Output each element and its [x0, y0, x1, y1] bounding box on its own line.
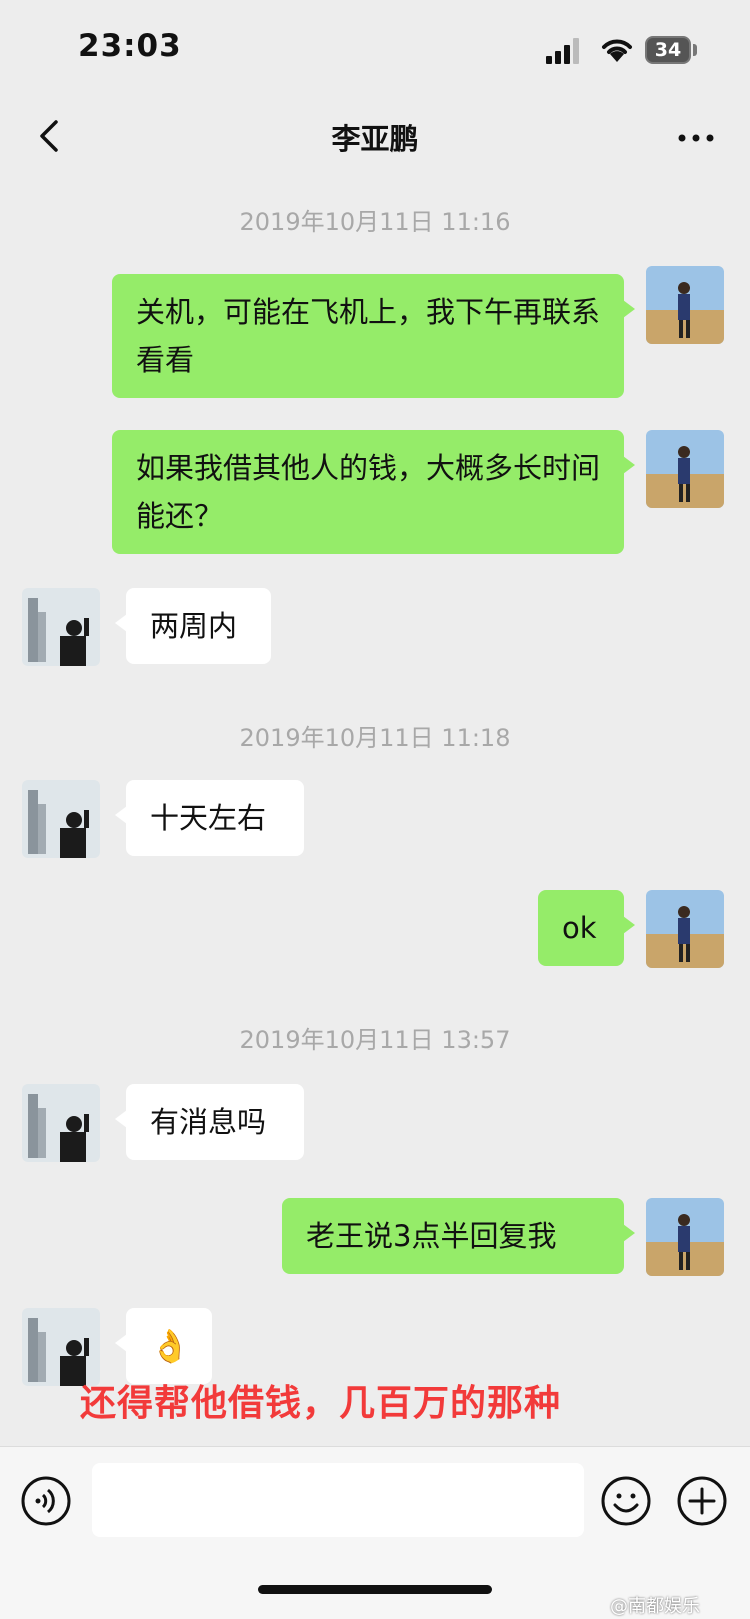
wifi-icon	[602, 39, 632, 62]
cellular-signal-icon	[546, 38, 586, 64]
emoji-icon[interactable]	[600, 1475, 652, 1527]
message-bubble-outgoing[interactable]: 老王说3点半回复我	[282, 1198, 635, 1274]
chat-header: 李亚鹏	[0, 100, 750, 176]
battery-tip	[693, 44, 697, 56]
message-bubble-incoming[interactable]: 十天左右	[115, 780, 304, 856]
timestamp: 2019年10月11日 11:16	[239, 208, 511, 236]
timestamp: 2019年10月11日 13:57	[239, 1026, 511, 1054]
message-bubble-outgoing[interactable]: 关机，可能在飞机上，我下午再联系看看	[112, 274, 635, 398]
overlay-caption: 还得帮他借钱，几百万的那种	[80, 1383, 562, 1424]
status-bar: 23:03 34	[0, 0, 750, 100]
message-bubble-incoming[interactable]: 有消息吗	[115, 1084, 304, 1160]
home-indicator	[258, 1585, 492, 1594]
my-avatar[interactable]	[646, 430, 724, 508]
watermark: @南都娱乐	[610, 1596, 700, 1617]
message-list[interactable]: 2019年10月11日 11:16 关机，可能在飞机上，我下午再联系看看 如果我…	[0, 176, 750, 1446]
status-time: 23:03	[78, 28, 182, 64]
contact-avatar[interactable]	[22, 780, 100, 858]
battery-indicator: 34	[645, 36, 691, 64]
timestamp: 2019年10月11日 11:18	[239, 724, 511, 752]
message-bubble-outgoing[interactable]: ok	[538, 890, 635, 966]
my-avatar[interactable]	[646, 1198, 724, 1276]
my-avatar[interactable]	[646, 890, 724, 968]
chat-title: 李亚鹏	[331, 122, 419, 156]
more-options-icon[interactable]	[674, 116, 718, 160]
voice-input-icon[interactable]	[20, 1475, 72, 1527]
message-bubble-outgoing[interactable]: 如果我借其他人的钱，大概多长时间能还？	[112, 430, 635, 554]
contact-avatar[interactable]	[22, 588, 100, 666]
message-bubble-incoming[interactable]: 👌	[115, 1308, 212, 1384]
plus-icon[interactable]	[676, 1475, 728, 1527]
message-bubble-incoming[interactable]: 两周内	[115, 588, 271, 664]
message-input[interactable]	[92, 1463, 584, 1537]
my-avatar[interactable]	[646, 266, 724, 344]
contact-avatar[interactable]	[22, 1084, 100, 1162]
